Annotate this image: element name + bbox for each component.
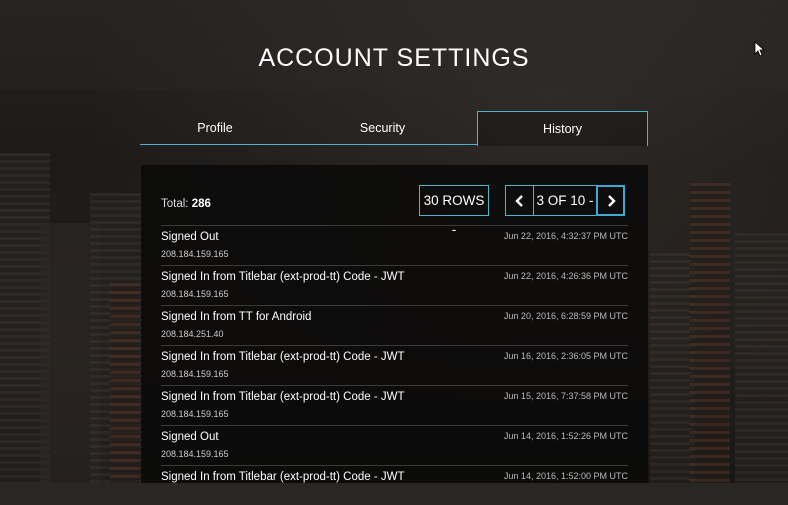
list-item: Signed In from Titlebar (ext-prod-tt) Co… [161,345,628,385]
list-item: Signed Out 208.184.159.165 Jun 14, 2016,… [161,425,628,465]
total-count: Total: 286 [161,198,211,210]
next-page-button[interactable] [596,185,625,216]
event-text: Signed In from Titlebar (ext-prod-tt) Co… [161,271,405,283]
timestamp: Jun 15, 2016, 7:37:58 PM UTC [503,391,628,401]
event-text: Signed In from TT for Android [161,311,312,323]
list-item: Signed In from Titlebar (ext-prod-tt) Co… [161,465,628,505]
timestamp: Jun 14, 2016, 1:52:26 PM UTC [503,431,628,441]
total-value: 286 [191,198,211,210]
list-item: Signed Out 208.184.159.165 Jun 22, 2016,… [161,225,628,265]
tab-history[interactable]: History [477,111,648,146]
ip-address: 208.184.159.165 [161,289,229,299]
event-text: Signed Out [161,231,219,243]
mouse-cursor-icon [754,41,766,57]
ip-address: 208.184.251.40 [161,329,224,339]
chevron-right-icon [607,194,616,207]
ip-address: 208.184.159.165 [161,409,229,419]
history-panel: Total: 286 30 ROWS - 3 OF 10 - Signed Ou… [141,165,648,483]
list-item: Signed In from TT for Android 208.184.25… [161,305,628,345]
event-text: Signed In from Titlebar (ext-prod-tt) Co… [161,471,405,483]
prev-page-button[interactable] [505,185,534,216]
timestamp: Jun 14, 2016, 1:52:00 PM UTC [503,471,628,481]
ip-address: 208.184.159.165 [161,449,229,459]
ip-address: 208.184.159.165 [161,369,229,379]
timestamp: Jun 20, 2016, 6:28:59 PM UTC [503,311,628,321]
list-item: Signed In from Titlebar (ext-prod-tt) Co… [161,385,628,425]
tab-profile[interactable]: Profile [140,111,290,145]
tab-underline [140,144,477,145]
chevron-left-icon [514,194,523,207]
history-list: Signed Out 208.184.159.165 Jun 22, 2016,… [161,225,628,505]
event-text: Signed Out [161,431,219,443]
timestamp: Jun 16, 2016, 2:36:05 PM UTC [503,351,628,361]
event-text: Signed In from Titlebar (ext-prod-tt) Co… [161,391,405,403]
timestamp: Jun 22, 2016, 4:26:36 PM UTC [503,271,628,281]
total-label: Total: [161,198,189,210]
page-title: ACCOUNT SETTINGS [258,44,530,72]
rows-per-page-select[interactable]: 30 ROWS - [419,185,489,237]
page-indicator[interactable]: 3 OF 10 - [534,185,596,216]
list-item: Signed In from Titlebar (ext-prod-tt) Co… [161,265,628,305]
timestamp: Jun 22, 2016, 4:32:37 PM UTC [503,231,628,241]
event-text: Signed In from Titlebar (ext-prod-tt) Co… [161,351,405,363]
tab-security[interactable]: Security [310,111,455,145]
pagination: 3 OF 10 - [505,185,625,216]
ip-address: 208.184.159.165 [161,249,229,259]
settings-tabs: Profile Security History [140,111,648,146]
